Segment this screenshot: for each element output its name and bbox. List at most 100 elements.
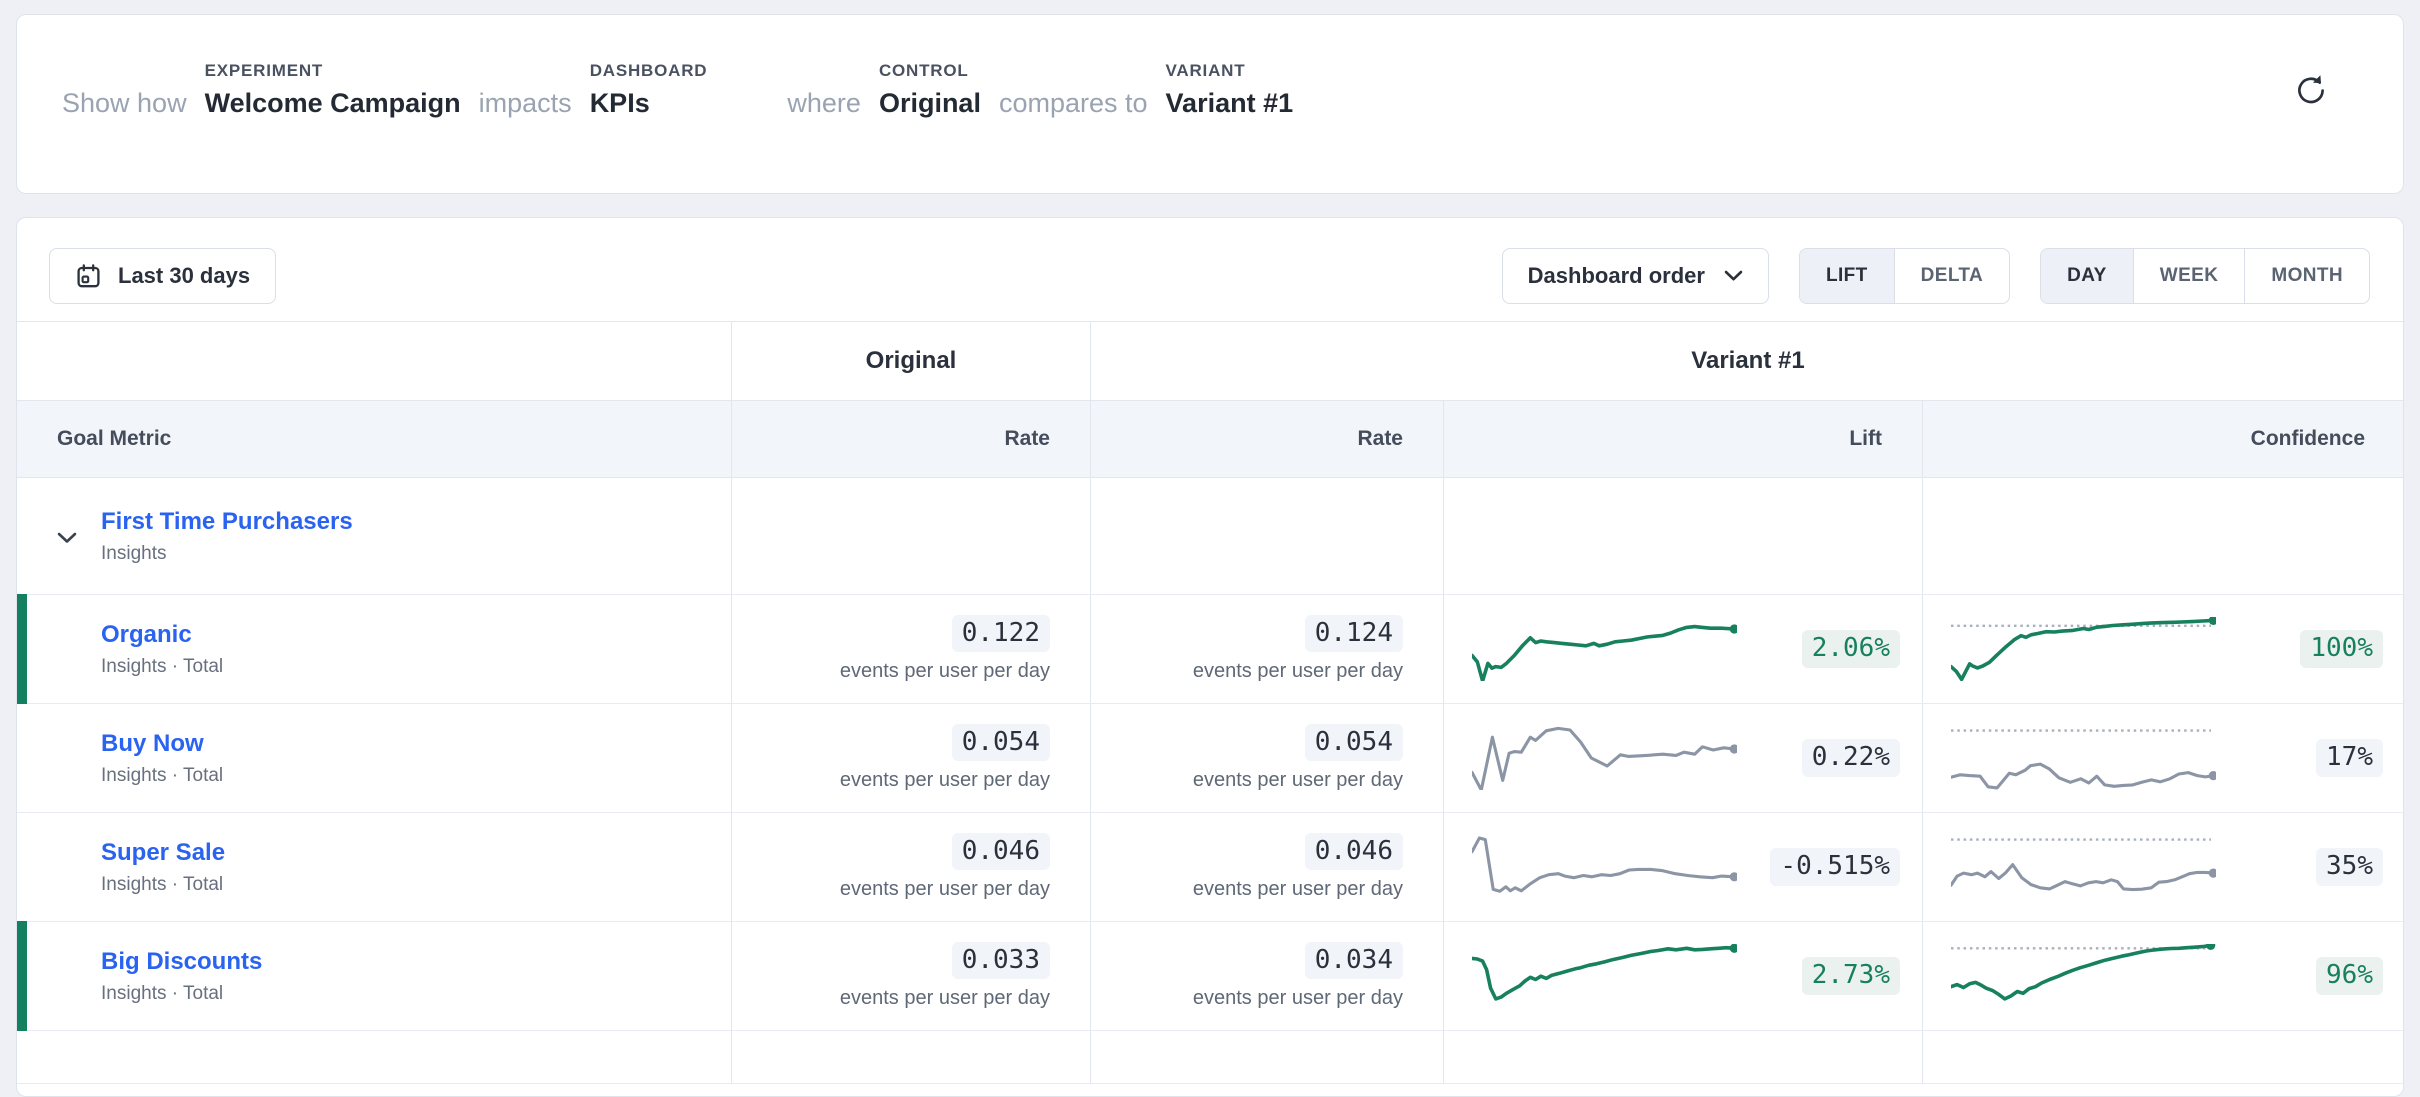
toggle-option-day[interactable]: DAY bbox=[2041, 249, 2133, 303]
confidence-cell: 100% bbox=[1923, 595, 2404, 703]
accent-bar bbox=[17, 594, 27, 704]
empty-cell bbox=[732, 478, 1091, 594]
lift-value: 2.73% bbox=[1802, 957, 1900, 994]
metric-link[interactable]: Buy Now bbox=[101, 730, 223, 758]
rate-value: 0.054 bbox=[952, 724, 1050, 761]
rate-unit: events per user per day bbox=[1193, 878, 1403, 901]
metric-name-block: Super SaleInsights · Total bbox=[101, 839, 225, 896]
metric-link[interactable]: Organic bbox=[101, 621, 223, 649]
toggle-option-week[interactable]: WEEK bbox=[2133, 249, 2245, 303]
lift-sparkline bbox=[1472, 944, 1737, 1008]
experiment-value[interactable]: Welcome Campaign bbox=[205, 88, 461, 119]
rate-cell: 0.046 events per user per day bbox=[732, 813, 1091, 921]
empty-cell bbox=[732, 1031, 1091, 1083]
lift-value: 0.22% bbox=[1802, 739, 1900, 776]
dashboard-order-button[interactable]: Dashboard order bbox=[1502, 248, 1769, 304]
empty-cell bbox=[1091, 478, 1444, 594]
table-row[interactable]: First Time Purchasers Insights bbox=[17, 478, 2403, 595]
table-row[interactable]: Organic Insights · Total 0.122 events per u… bbox=[17, 595, 2403, 704]
lift-value: -0.515% bbox=[1770, 848, 1900, 885]
lift-sparkline bbox=[1472, 726, 1737, 790]
empty-cell bbox=[1923, 478, 2404, 594]
rate-cell: 0.124events per user per day bbox=[1091, 595, 1444, 703]
experiment-header-card: Show how EXPERIMENT Welcome Campaign imp… bbox=[16, 14, 2404, 194]
toggle-option-delta[interactable]: DELTA bbox=[1894, 249, 2010, 303]
metric-name-block: Buy Now Insights · Total bbox=[101, 730, 223, 787]
goal-metric-cell[interactable]: First Time Purchasers Insights bbox=[17, 478, 732, 594]
control-value[interactable]: Original bbox=[879, 88, 981, 119]
lift-column-header: Lift bbox=[1444, 401, 1923, 477]
goal-metric-cell[interactable]: Buy Now Insights · Total bbox=[17, 704, 732, 812]
table-body: First Time Purchasers Insights Organic Insi… bbox=[17, 478, 2403, 1084]
variant-group-header: Variant #1 bbox=[1091, 322, 2404, 400]
rate-unit: events per user per day bbox=[1193, 769, 1403, 792]
experiment-selector[interactable]: EXPERIMENT Welcome Campaign bbox=[205, 61, 461, 119]
control-label: CONTROL bbox=[879, 61, 969, 81]
rate-value: 0.033 bbox=[952, 942, 1050, 979]
goal-metric-cell[interactable]: Organic Insights · Total bbox=[17, 595, 732, 703]
rate-unit: events per user per day bbox=[1193, 660, 1403, 683]
dashboard-value[interactable]: KPIs bbox=[590, 88, 650, 119]
toggle-option-month[interactable]: MONTH bbox=[2244, 249, 2369, 303]
date-range-button[interactable]: Last 30 days bbox=[49, 248, 276, 304]
empty-cell bbox=[1091, 1031, 1444, 1083]
lift-delta-toggle: LIFTDELTA bbox=[1799, 248, 2010, 304]
rate-cell: 0.122 events per user per day bbox=[732, 595, 1091, 703]
results-table: Original Variant #1 Goal Metric Rate Rat… bbox=[17, 321, 2403, 1084]
table-group-header-row: Original Variant #1 bbox=[17, 321, 2403, 401]
control-selector[interactable]: CONTROL Original bbox=[879, 61, 981, 119]
lift-sparkline bbox=[1472, 835, 1737, 899]
metric-name-block: Big DiscountsInsights · Total bbox=[101, 948, 262, 1005]
sentence-prefix: Show how bbox=[62, 88, 187, 119]
rate-value: 0.122 bbox=[952, 615, 1050, 652]
rate-cell: 0.054events per user per day bbox=[732, 704, 1091, 812]
confidence-cell: 35% bbox=[1923, 813, 2404, 921]
metric-subtitle: Insights bbox=[101, 543, 353, 565]
sentence-impacts: impacts bbox=[479, 88, 572, 119]
refresh-icon bbox=[2291, 98, 2331, 113]
experiment-sentence: Show how EXPERIMENT Welcome Campaign imp… bbox=[17, 15, 2403, 119]
control-group-header: Original bbox=[732, 322, 1091, 400]
table-row[interactable]: Buy Now Insights · Total 0.054 events per u… bbox=[17, 704, 2403, 813]
rate-unit: events per user per day bbox=[840, 987, 1050, 1010]
table-row[interactable]: Super SaleInsights · Total 0.046 events pe… bbox=[17, 813, 2403, 922]
variant-value[interactable]: Variant #1 bbox=[1166, 88, 1294, 119]
metric-name-block: Organic Insights · Total bbox=[101, 621, 223, 678]
toolbar: Last 30 days Dashboard order LIFTDELTA D… bbox=[17, 218, 2403, 304]
confidence-cell: 96% bbox=[1923, 922, 2404, 1030]
metric-link[interactable]: Big Discounts bbox=[101, 948, 262, 976]
results-card: Last 30 days Dashboard order LIFTDELTA D… bbox=[16, 217, 2404, 1097]
confidence-sparkline bbox=[1951, 944, 2216, 1008]
refresh-button[interactable] bbox=[2289, 69, 2333, 113]
confidence-value: 96% bbox=[2316, 957, 2383, 994]
metric-link[interactable]: Super Sale bbox=[101, 839, 225, 867]
confidence-sparkline bbox=[1951, 726, 2216, 790]
experiment-label: EXPERIMENT bbox=[205, 61, 324, 81]
rate-unit: events per user per day bbox=[840, 878, 1050, 901]
goal-metric-cell[interactable]: Super SaleInsights · Total bbox=[17, 813, 732, 921]
dashboard-selector[interactable]: DASHBOARD KPIs bbox=[590, 61, 708, 119]
rate-value: 0.054 bbox=[1305, 724, 1403, 761]
rate-cell: 0.054 events per user per day bbox=[1091, 704, 1444, 812]
empty-cell bbox=[1444, 478, 1923, 594]
lift-sparkline bbox=[1472, 617, 1737, 681]
toggle-option-lift[interactable]: LIFT bbox=[1800, 249, 1894, 303]
metric-link[interactable]: First Time Purchasers bbox=[101, 508, 353, 536]
rate-unit: events per user per day bbox=[1193, 987, 1403, 1010]
metric-subtitle: Insights · Total bbox=[101, 656, 223, 678]
goal-metric-cell[interactable]: Big DiscountsInsights · Total bbox=[17, 922, 732, 1030]
table-column-header-row: Goal Metric Rate Rate Lift Confidence bbox=[17, 401, 2403, 478]
rate-value: 0.046 bbox=[952, 833, 1050, 870]
variant-rate-column-header: Rate bbox=[1091, 401, 1444, 477]
table-row[interactable]: Big DiscountsInsights · Total 0.033 events… bbox=[17, 922, 2403, 1031]
metric-subtitle: Insights · Total bbox=[101, 765, 223, 787]
metric-name-block: First Time Purchasers Insights bbox=[101, 508, 353, 565]
collapse-chevron-icon[interactable] bbox=[57, 532, 77, 544]
goal-metric-column-header: Goal Metric bbox=[17, 401, 732, 477]
rate-unit: events per user per day bbox=[840, 660, 1050, 683]
lift-cell: 0.22% bbox=[1444, 704, 1923, 812]
variant-selector[interactable]: VARIANT Variant #1 bbox=[1166, 61, 1294, 119]
confidence-cell: 17% bbox=[1923, 704, 2404, 812]
calendar-icon bbox=[75, 263, 102, 290]
empty-cell bbox=[1923, 1031, 2404, 1083]
